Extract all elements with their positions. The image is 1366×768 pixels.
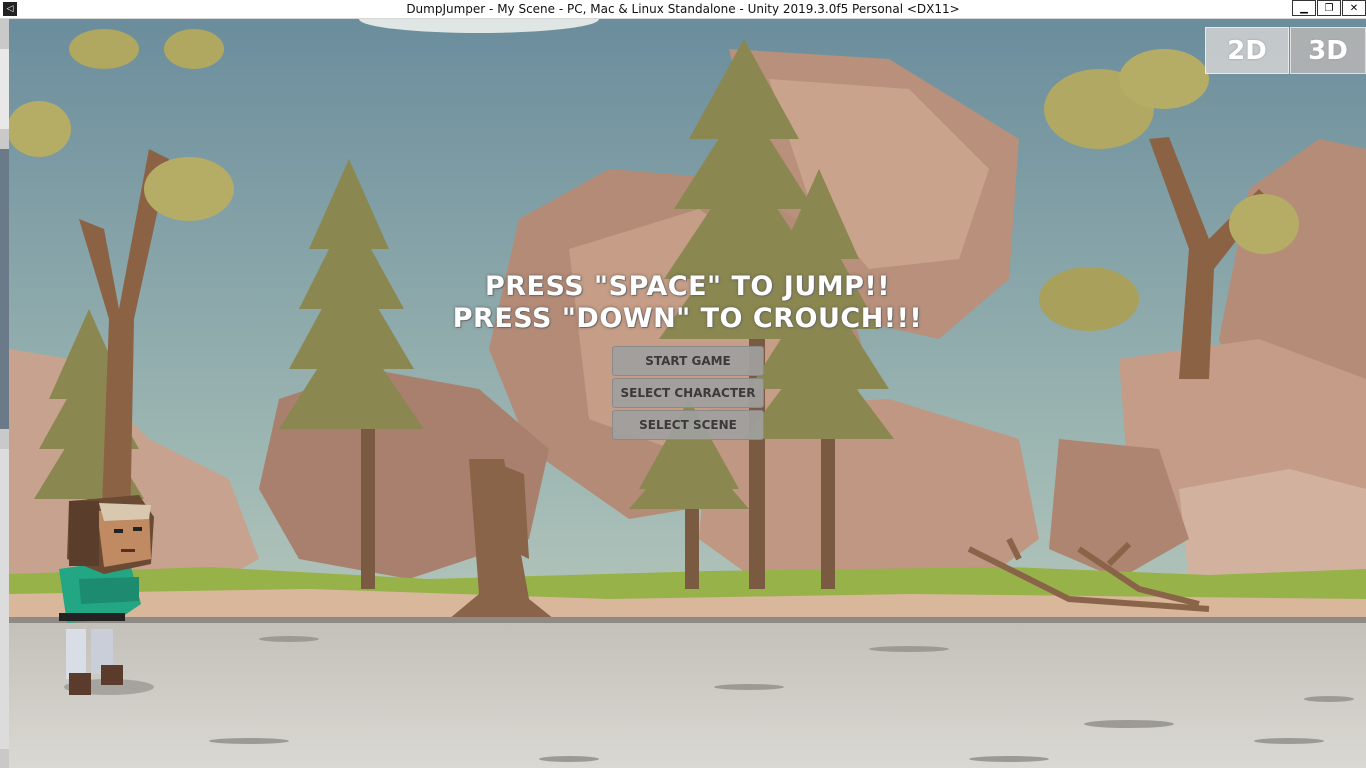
view-2d-button[interactable]: 2D: [1205, 27, 1289, 74]
window-controls: ▁ ❐ ✕: [1291, 0, 1366, 18]
editor-panel-strip: [0, 449, 9, 749]
instructions-text: Press "SPACE" to JUMP!! Press "DOWN" to …: [9, 271, 1366, 335]
ground: [9, 619, 1366, 768]
crouch-instruction: Press "DOWN" to CROUCH!!!: [452, 303, 923, 334]
minimize-button[interactable]: ▁: [1292, 0, 1316, 16]
game-viewport[interactable]: Press "SPACE" to JUMP!! Press "DOWN" to …: [9, 19, 1366, 768]
select-scene-button[interactable]: Select Scene: [612, 410, 764, 440]
ground-edge: [9, 617, 1366, 623]
select-character-button[interactable]: Select Character: [612, 378, 764, 408]
editor-panel-strip: [0, 149, 9, 429]
editor-background-edge: [0, 19, 9, 768]
maximize-button[interactable]: ❐: [1317, 0, 1341, 16]
close-button[interactable]: ✕: [1342, 0, 1366, 16]
editor-panel-strip: [0, 49, 9, 129]
jump-instruction: Press "SPACE" to JUMP!!: [484, 271, 891, 302]
start-game-button[interactable]: Start Game: [612, 346, 764, 376]
main-menu: Start Game Select Character Select Scene: [612, 346, 764, 442]
view-3d-button[interactable]: 3D: [1290, 27, 1366, 74]
window-titlebar: ◁ DumpJumper - My Scene - PC, Mac & Linu…: [0, 0, 1366, 19]
window-title: DumpJumper - My Scene - PC, Mac & Linux …: [406, 2, 960, 16]
